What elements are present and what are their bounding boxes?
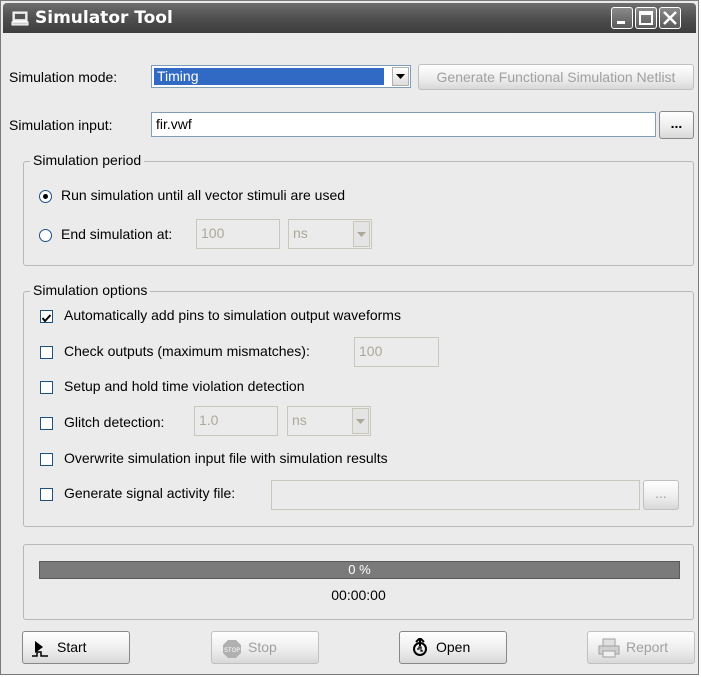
- end-simulation-radio[interactable]: [39, 229, 52, 242]
- simulation-mode-dropdown[interactable]: Timing: [151, 65, 411, 88]
- end-simulation-label: End simulation at:: [61, 226, 173, 242]
- check-outputs-checkbox[interactable]: [40, 346, 53, 359]
- run-all-radio[interactable]: [39, 190, 52, 203]
- progress-percent: 0 %: [348, 562, 371, 577]
- close-button[interactable]: [659, 7, 681, 29]
- window-title: Simulator Tool: [35, 8, 173, 28]
- end-simulation-time-field[interactable]: 100: [196, 219, 280, 249]
- glitch-unit-value: ns: [292, 412, 307, 428]
- simulator-tool-window: Simulator Tool Simulation mode: Timing G…: [0, 0, 699, 675]
- glitch-detection-checkbox[interactable]: [40, 417, 53, 430]
- progress-panel: 0 % 00:00:00: [23, 544, 694, 620]
- glitch-unit-dropdown[interactable]: ns: [287, 406, 371, 436]
- end-simulation-unit-dropdown[interactable]: ns: [288, 219, 372, 249]
- stop-button[interactable]: STOP Stop: [211, 631, 319, 664]
- simulation-mode-value: Timing: [154, 68, 384, 85]
- overwrite-input-checkbox[interactable]: [40, 453, 53, 466]
- svg-text:STOP: STOP: [224, 647, 240, 654]
- setup-hold-checkbox[interactable]: [40, 381, 53, 394]
- elapsed-time: 00:00:00: [331, 587, 386, 603]
- max-mismatches-field[interactable]: 100: [354, 337, 439, 367]
- check-outputs-label: Check outputs (maximum mismatches):: [64, 343, 310, 359]
- overwrite-input-label: Overwrite simulation input file with sim…: [64, 450, 388, 466]
- open-button[interactable]: Open: [399, 631, 507, 664]
- auto-add-pins-checkbox[interactable]: [40, 310, 53, 323]
- open-label: Open: [436, 639, 471, 655]
- signal-activity-browse-button[interactable]: ...: [643, 480, 679, 510]
- stop-label: Stop: [248, 639, 277, 655]
- simulation-input-browse-button[interactable]: ...: [659, 111, 694, 139]
- simulation-mode-label: Simulation mode:: [9, 69, 118, 85]
- start-icon: [32, 641, 48, 657]
- start-label: Start: [57, 639, 87, 655]
- end-simulation-unit-value: ns: [293, 225, 308, 241]
- chevron-down-icon: [396, 74, 405, 79]
- maximize-icon: [639, 11, 653, 25]
- end-unit-dropdown-arrow[interactable]: [353, 221, 370, 247]
- simulator-app-icon: [11, 11, 29, 26]
- minimize-button[interactable]: [611, 7, 633, 29]
- simulation-input-label: Simulation input:: [9, 117, 113, 133]
- signal-activity-checkbox[interactable]: [40, 488, 53, 501]
- report-button[interactable]: Report: [587, 631, 695, 664]
- glitch-value-field[interactable]: 1.0: [194, 406, 278, 436]
- maximize-button[interactable]: [635, 7, 657, 29]
- chevron-down-icon: [357, 232, 366, 237]
- start-button[interactable]: Start: [22, 631, 130, 664]
- title-bar[interactable]: Simulator Tool: [3, 3, 696, 33]
- stop-icon: STOP: [223, 640, 241, 658]
- chevron-down-icon: [356, 419, 365, 424]
- setup-hold-label: Setup and hold time violation detection: [64, 378, 305, 394]
- simulation-options-title: Simulation options: [30, 282, 151, 298]
- simulation-input-field[interactable]: fir.vwf: [151, 112, 656, 137]
- simulation-period-group: [23, 161, 694, 266]
- open-waveform-icon: [413, 638, 427, 656]
- auto-add-pins-label: Automatically add pins to simulation out…: [64, 307, 401, 323]
- glitch-unit-dropdown-arrow[interactable]: [352, 408, 369, 434]
- progress-bar: 0 %: [39, 561, 680, 579]
- report-icon: [598, 638, 620, 658]
- simulation-mode-dropdown-arrow[interactable]: [392, 67, 409, 86]
- radio-selected-dot: [43, 194, 48, 199]
- minimize-icon: [617, 21, 625, 24]
- report-label: Report: [626, 639, 669, 655]
- signal-activity-file-field[interactable]: [271, 480, 640, 510]
- checkmark-icon: [41, 314, 52, 323]
- close-icon: [663, 11, 677, 25]
- signal-activity-label: Generate signal activity file:: [64, 485, 236, 501]
- generate-functional-netlist-button[interactable]: Generate Functional Simulation Netlist: [418, 64, 694, 90]
- glitch-detection-label: Glitch detection:: [64, 414, 165, 430]
- simulation-period-title: Simulation period: [30, 152, 145, 168]
- run-all-label: Run simulation until all vector stimuli …: [61, 187, 346, 203]
